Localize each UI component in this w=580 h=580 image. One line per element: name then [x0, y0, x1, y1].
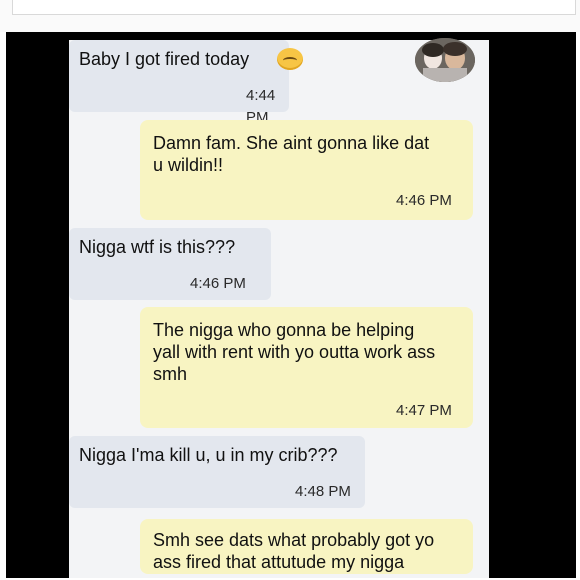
- message-time-3: 4:46 PM: [190, 275, 246, 292]
- message-text-1: Baby I got fired today: [79, 49, 250, 69]
- chat-thread: Baby I got fired today 4:44 PM Damn fam.…: [69, 40, 489, 578]
- message-bubble-5: Nigga I'ma kill u, u in my crib??? 4:48 …: [69, 436, 365, 508]
- message-time-2: 4:46 PM: [396, 192, 452, 209]
- message-text-6: Smh see dats what probably got yo ass fi…: [153, 530, 435, 572]
- avatar: [415, 38, 475, 82]
- message-time-4: 4:47 PM: [396, 402, 452, 419]
- top-divider: [12, 0, 576, 15]
- message-text-3: Nigga wtf is this???: [79, 237, 236, 257]
- message-bubble-1: Baby I got fired today 4:44 PM: [69, 40, 289, 126]
- message-text-5: Nigga I'ma kill u, u in my crib???: [79, 445, 338, 465]
- sweat-smile-emoji-icon: [277, 48, 303, 70]
- message-bubble-2: Damn fam. She aint gonna like dat u wild…: [140, 120, 473, 220]
- message-time-5: 4:48 PM: [295, 483, 351, 500]
- profile-photo: [415, 38, 475, 82]
- message-text-4: The nigga who gonna be helping yall with…: [153, 320, 436, 384]
- message-bubble-3: Nigga wtf is this??? 4:46 PM: [69, 228, 271, 300]
- message-bubble-4: The nigga who gonna be helping yall with…: [140, 307, 473, 428]
- message-bubble-6: Smh see dats what probably got yo ass fi…: [140, 519, 473, 574]
- top-strip: [0, 0, 580, 32]
- message-text-2: Damn fam. She aint gonna like dat u wild…: [153, 133, 430, 175]
